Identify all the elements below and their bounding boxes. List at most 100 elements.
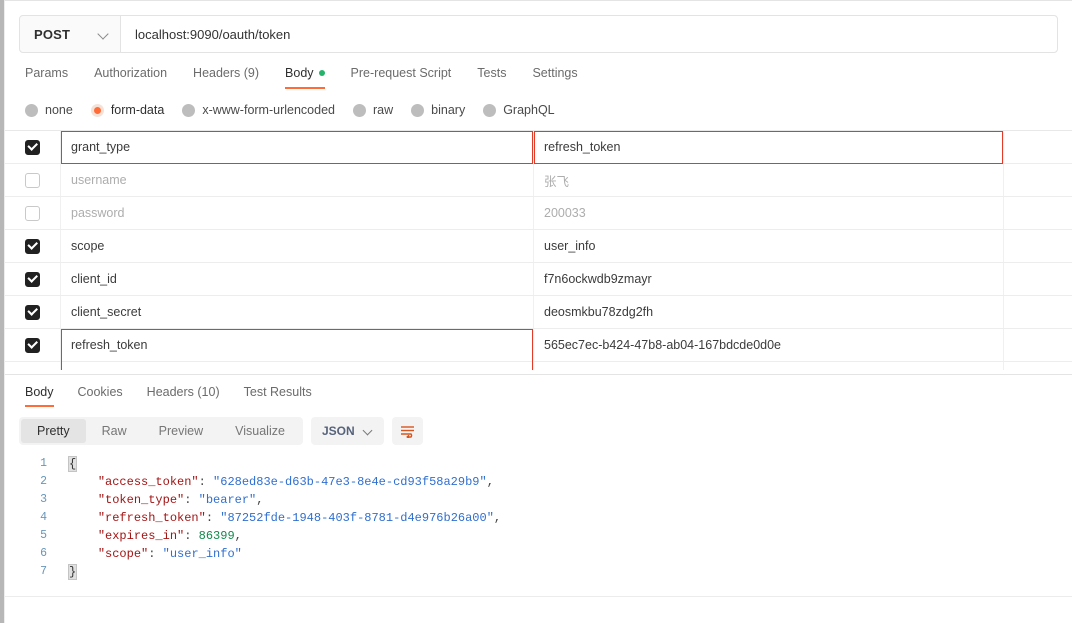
form-value-input[interactable]: 565ec7ec-b424-47b8-ab04-167bdcde0d0e bbox=[534, 329, 1004, 361]
body-type-binary[interactable]: binary bbox=[411, 103, 465, 117]
checkbox-checked-icon[interactable] bbox=[25, 238, 40, 254]
word-wrap-button[interactable] bbox=[391, 417, 423, 445]
response-pane: Body Cookies Headers (10) Test Results P… bbox=[5, 374, 1072, 623]
code-line: 2 "access_token": "628ed83e-d63b-47e3-8e… bbox=[5, 473, 1072, 491]
format-visualize-button[interactable]: Visualize bbox=[219, 419, 301, 443]
form-value-input[interactable]: deosmkbu78zdg2fh bbox=[534, 296, 1004, 328]
code-token-string: "628ed83e-d63b-47e3-8e4e-cd93f58a29b9" bbox=[213, 475, 487, 489]
body-type-form-data-label: form-data bbox=[110, 103, 165, 117]
form-description-input[interactable] bbox=[1004, 362, 1072, 370]
form-description-input[interactable] bbox=[1004, 230, 1072, 262]
form-key-input[interactable]: password bbox=[61, 197, 534, 229]
tab-headers[interactable]: Headers (9) bbox=[180, 66, 272, 89]
format-segmented-control: Pretty Raw Preview Visualize bbox=[19, 417, 303, 445]
form-key-input[interactable] bbox=[61, 362, 534, 370]
tab-tests[interactable]: Tests bbox=[464, 66, 519, 89]
checkbox-checked-icon[interactable] bbox=[25, 139, 40, 155]
format-preview-button[interactable]: Preview bbox=[143, 419, 219, 443]
response-tab-cookies[interactable]: Cookies bbox=[66, 385, 135, 407]
url-bar: POST localhost:9090/oauth/token bbox=[19, 15, 1058, 53]
table-row: refresh_token 565ec7ec-b424-47b8-ab04-16… bbox=[5, 329, 1072, 370]
format-pretty-button[interactable]: Pretty bbox=[21, 419, 86, 443]
line-number: 7 bbox=[40, 565, 47, 578]
code-line: 3 "token_type": "bearer", bbox=[5, 491, 1072, 509]
form-value-input[interactable]: refresh_token bbox=[534, 131, 1004, 164]
request-url-input[interactable]: localhost:9090/oauth/token bbox=[121, 16, 1057, 52]
form-value-input[interactable]: f7n6ockwdb9zmayr bbox=[534, 263, 1004, 295]
format-raw-button[interactable]: Raw bbox=[86, 419, 143, 443]
tab-body[interactable]: Body bbox=[272, 66, 338, 89]
form-key-input[interactable]: refresh_token bbox=[61, 329, 534, 370]
form-description-input[interactable] bbox=[1004, 197, 1072, 229]
code-line: 6 "scope": "user_info" bbox=[5, 545, 1072, 563]
response-body-code[interactable]: 1 { 2 "access_token": "628ed83e-d63b-47e… bbox=[5, 455, 1072, 605]
radio-icon bbox=[483, 103, 497, 117]
response-tab-body[interactable]: Body bbox=[19, 385, 66, 407]
tab-settings[interactable]: Settings bbox=[519, 66, 590, 89]
row-enable-cell bbox=[5, 230, 61, 262]
form-description-input[interactable] bbox=[1004, 329, 1072, 361]
body-type-radio-group: none form-data x-www-form-urlencoded raw… bbox=[25, 99, 1058, 121]
form-description-input[interactable] bbox=[1004, 263, 1072, 295]
form-description-input[interactable] bbox=[1004, 296, 1072, 328]
code-line: 4 "refresh_token": "87252fde-1948-403f-8… bbox=[5, 509, 1072, 527]
checkbox-checked-icon[interactable] bbox=[25, 337, 40, 353]
response-tab-headers[interactable]: Headers (10) bbox=[135, 385, 232, 407]
form-key-input[interactable]: grant_type bbox=[61, 131, 534, 164]
body-type-raw[interactable]: raw bbox=[353, 103, 393, 117]
body-type-none-label: none bbox=[45, 103, 73, 117]
response-tab-test-results[interactable]: Test Results bbox=[232, 385, 324, 407]
code-token-key: "refresh_token" bbox=[97, 511, 206, 525]
code-token-key: "access_token" bbox=[97, 475, 199, 489]
body-type-urlencoded-label: x-www-form-urlencoded bbox=[202, 103, 335, 117]
form-description-input[interactable] bbox=[1004, 131, 1072, 163]
code-line: 5 "expires_in": 86399, bbox=[5, 527, 1072, 545]
code-token-punct: : bbox=[198, 475, 214, 489]
body-type-raw-label: raw bbox=[373, 103, 394, 117]
form-key-input[interactable]: client_id bbox=[61, 263, 534, 295]
line-number: 6 bbox=[40, 547, 47, 560]
form-key-input[interactable]: client_secret bbox=[61, 296, 534, 328]
tab-params[interactable]: Params bbox=[19, 66, 81, 89]
tab-authorization[interactable]: Authorization bbox=[81, 66, 180, 89]
radio-icon bbox=[353, 103, 366, 117]
radio-icon bbox=[411, 103, 425, 117]
body-type-form-data[interactable]: form-data bbox=[90, 103, 165, 117]
code-token-key: "expires_in" bbox=[97, 529, 185, 543]
body-type-none[interactable]: none bbox=[25, 103, 73, 117]
form-value-input[interactable] bbox=[534, 362, 1004, 370]
code-token-punct: : bbox=[184, 493, 199, 507]
radio-selected-icon bbox=[90, 103, 104, 117]
row-enable-cell bbox=[5, 362, 61, 370]
tab-pre-request-script[interactable]: Pre-request Script bbox=[338, 66, 465, 89]
checkbox-checked-icon[interactable] bbox=[25, 304, 40, 320]
response-language-selector[interactable]: JSON bbox=[310, 417, 384, 445]
code-token-punct: : bbox=[184, 529, 199, 543]
code-token-punct: , bbox=[493, 511, 502, 525]
form-key-input[interactable]: username bbox=[61, 164, 534, 196]
checkbox-checked-icon[interactable] bbox=[25, 271, 40, 287]
form-value-input[interactable]: user_info bbox=[534, 230, 1004, 262]
code-token-punct: : bbox=[205, 511, 221, 525]
code-token-punct: , bbox=[234, 529, 242, 543]
http-method-selector[interactable]: POST bbox=[20, 16, 121, 52]
form-key-input[interactable]: scope bbox=[61, 230, 534, 262]
form-description-input[interactable] bbox=[1004, 164, 1072, 196]
code-token-punct: , bbox=[256, 493, 264, 507]
checkbox-unchecked-icon[interactable] bbox=[25, 205, 40, 221]
body-type-graphql[interactable]: GraphQL bbox=[483, 103, 555, 117]
line-number: 2 bbox=[40, 475, 47, 488]
body-type-urlencoded[interactable]: x-www-form-urlencoded bbox=[182, 103, 335, 117]
table-row: password 200033 bbox=[5, 197, 1072, 230]
tab-pre-request-script-label: Pre-request Script bbox=[350, 66, 452, 80]
checkbox-unchecked-icon[interactable] bbox=[25, 172, 40, 188]
table-row-new bbox=[5, 362, 1072, 370]
form-value-input[interactable]: 200033 bbox=[534, 197, 1004, 229]
code-token: { bbox=[67, 456, 78, 472]
line-number: 1 bbox=[40, 457, 47, 470]
tab-authorization-label: Authorization bbox=[94, 66, 168, 80]
tab-tests-label: Tests bbox=[477, 66, 507, 80]
form-value-input[interactable]: 张飞 bbox=[534, 164, 1004, 196]
